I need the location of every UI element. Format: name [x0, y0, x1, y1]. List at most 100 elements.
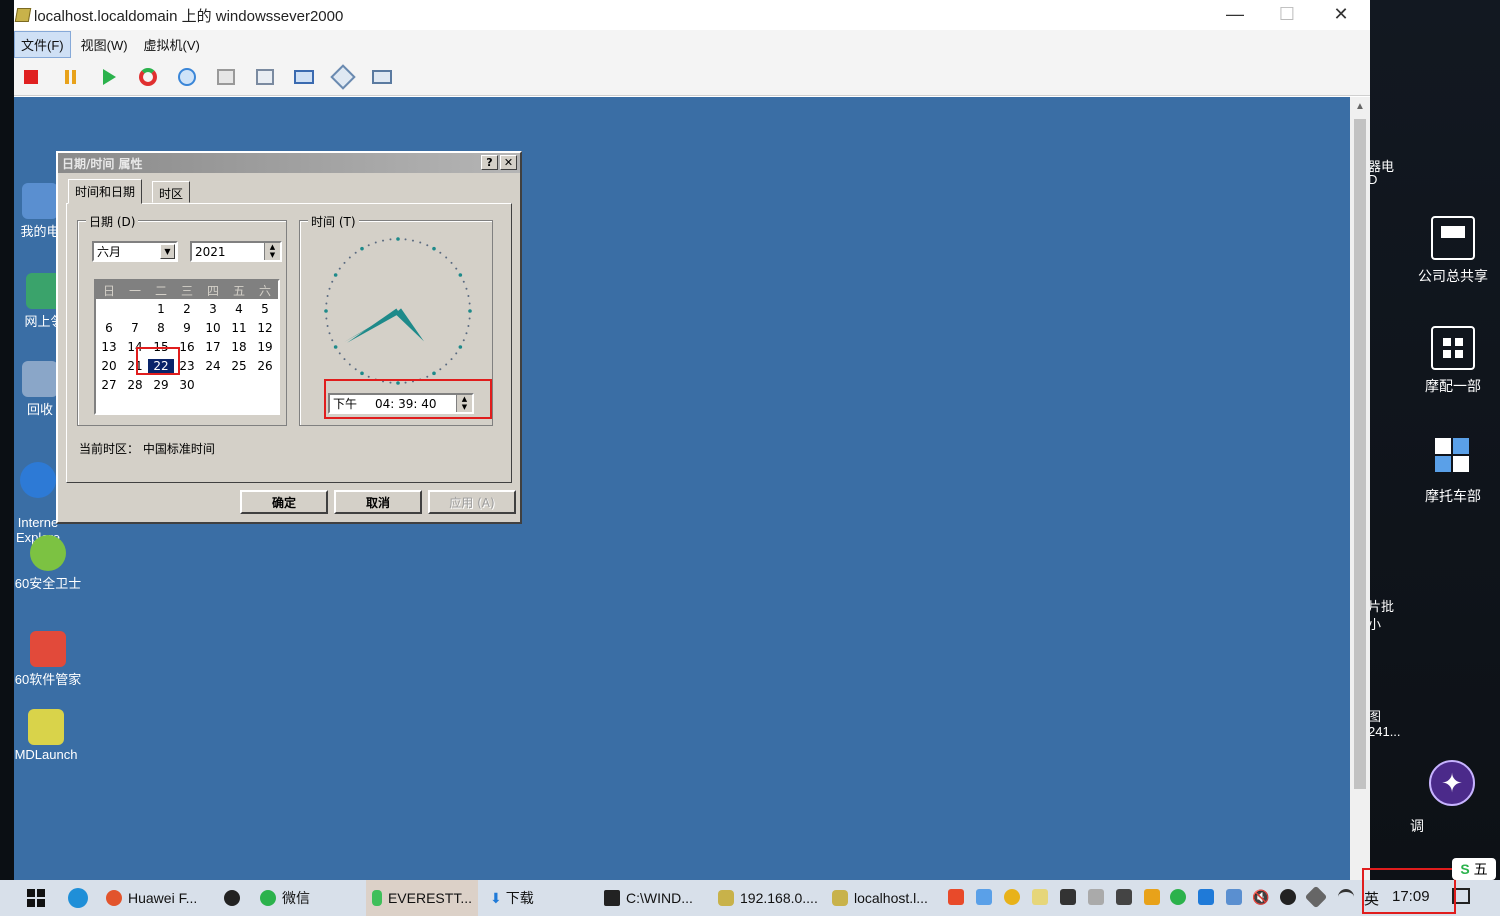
stop-icon[interactable] — [16, 62, 46, 92]
shortcut-label: 摩配一部 — [1425, 378, 1481, 394]
clock-tick — [462, 339, 465, 342]
calendar-day[interactable]: 25 — [226, 359, 252, 373]
console-icon[interactable] — [367, 62, 397, 92]
calendar-day[interactable]: 1 — [148, 302, 174, 316]
calendar-day[interactable]: 26 — [252, 359, 278, 373]
taskbar-item-downloads[interactable]: ⬇ 下载 — [484, 880, 540, 916]
ok-button[interactable]: 确定 — [240, 490, 328, 514]
menu-file[interactable]: 文件(F) — [14, 30, 71, 58]
help-button[interactable]: ? — [481, 155, 498, 170]
clock-tick — [458, 273, 463, 277]
tray-display-icon[interactable] — [1226, 889, 1242, 905]
taskbar-item-remote-ip[interactable]: 192.168.0.... — [712, 880, 824, 916]
wifi-icon[interactable] — [1338, 889, 1354, 905]
calendar-day[interactable]: 9 — [174, 321, 200, 335]
calendar-day[interactable]: 6 — [96, 321, 122, 335]
revert-icon[interactable] — [211, 62, 241, 92]
tab-timezone[interactable]: 时区 — [152, 181, 191, 203]
menu-vm[interactable]: 虚拟机(V) — [138, 32, 206, 57]
calendar-day[interactable]: 11 — [226, 321, 252, 335]
snapshot-icon[interactable] — [172, 62, 202, 92]
calendar-day[interactable]: 18 — [226, 340, 252, 354]
vm-console-icon — [718, 890, 734, 906]
clock-tick — [325, 302, 328, 305]
chevron-down-icon[interactable]: ▼ — [160, 244, 175, 259]
cancel-button[interactable]: 取消 — [334, 490, 422, 514]
calendar-day[interactable]: 5 — [252, 302, 278, 316]
calendar-day[interactable]: 20 — [96, 359, 122, 373]
bluetooth-icon[interactable] — [1198, 889, 1214, 905]
reset-icon[interactable] — [133, 62, 163, 92]
taskbar-label: C:\WIND... — [626, 890, 693, 906]
desktop-icon-mdlaunch[interactable]: MDLaunch — [14, 709, 82, 762]
edge-taskbar-icon[interactable] — [62, 880, 94, 916]
dialog-titlebar[interactable]: 日期/时间 属性 ? ✕ — [58, 153, 520, 173]
calendar-day[interactable]: 29 — [148, 378, 174, 392]
tray-diamond-icon[interactable] — [1304, 885, 1328, 909]
menu-view[interactable]: 视图(W) — [75, 32, 134, 57]
apply-button[interactable]: 应用 (A) — [428, 490, 516, 514]
calendar-day[interactable]: 8 — [148, 321, 174, 335]
taskbar-item-huawei[interactable]: Huawei F... — [100, 880, 203, 916]
clock-tick — [426, 244, 429, 247]
volume-muted-icon[interactable]: 🔇 — [1252, 889, 1269, 905]
tray-battery-icon[interactable] — [1116, 889, 1132, 905]
calendar-day[interactable]: 12 — [252, 321, 278, 335]
taskbar-item-wechat[interactable]: 微信 — [254, 880, 316, 916]
year-spinner[interactable]: 2021 ▲ ▼ — [190, 241, 282, 262]
guest-desktop[interactable]: 我的电 网上邻 回收 Interne Explore 60安全卫士 60软件管家… — [14, 97, 1350, 880]
clock-tick — [467, 324, 470, 327]
calendar-day[interactable]: 19 — [252, 340, 278, 354]
calendar-day[interactable]: 30 — [174, 378, 200, 392]
taskbar-item-everest[interactable]: EVERESTT... — [366, 880, 478, 916]
scroll-up-icon[interactable]: ▲ — [1355, 101, 1365, 112]
calendar-day[interactable]: 3 — [200, 302, 226, 316]
settings-icon[interactable] — [328, 62, 358, 92]
tray-color-icon[interactable] — [1004, 889, 1020, 905]
tray-device-icon[interactable] — [1088, 889, 1104, 905]
close-button[interactable]: ✕ — [1316, 0, 1366, 28]
pause-icon[interactable] — [55, 62, 85, 92]
shortcut-app[interactable]: ✦ — [1422, 760, 1482, 806]
taskbar-item-localhost[interactable]: localhost.l... — [826, 880, 934, 916]
play-icon[interactable] — [94, 62, 124, 92]
taskbar-item-cmd[interactable]: C:\WIND... — [598, 880, 699, 916]
tray-app-icon[interactable] — [948, 889, 964, 905]
tray-usb-icon[interactable] — [1032, 889, 1048, 905]
dialog-close-button[interactable]: ✕ — [500, 155, 517, 170]
shortcut-company-share[interactable]: 公司总共享 — [1410, 216, 1496, 286]
calendar-day[interactable]: 28 — [122, 378, 148, 392]
minimize-button[interactable]: — — [1210, 0, 1260, 28]
tray-app-icon[interactable] — [1144, 889, 1160, 905]
vertical-scrollbar[interactable]: ▲ — [1350, 97, 1370, 880]
calendar-day[interactable]: 24 — [200, 359, 226, 373]
shortcut-parts-dept-1[interactable]: 摩配一部 — [1410, 326, 1496, 396]
tab-date-time[interactable]: 时间和日期 — [68, 179, 143, 204]
desktop-icon-360-software[interactable]: 60软件管家 — [14, 631, 84, 688]
tray-qq-icon[interactable] — [1280, 889, 1296, 905]
qq-taskbar-icon[interactable] — [218, 880, 246, 916]
spin-arrows-icon[interactable]: ▲ ▼ — [264, 243, 280, 260]
calendar[interactable]: 日一二三四五六 1 2 3 4 5 6 7 8 9 10 11 12 13 14 15 16 17 18 19 20 2… — [94, 279, 280, 415]
start-button[interactable] — [20, 880, 52, 916]
calendar-day[interactable]: 17 — [200, 340, 226, 354]
tray-shield-icon[interactable] — [1060, 889, 1076, 905]
month-select[interactable]: 六月 ▼ — [92, 241, 178, 262]
shortcut-motorcycle-dept[interactable]: 摩托车部 — [1410, 436, 1496, 506]
calendar-days[interactable]: 1 2 3 4 5 6 7 8 9 10 11 12 13 14 15 16 17 18 19 20 21 22 23 24 2… — [96, 299, 278, 394]
calendar-day[interactable]: 2 — [174, 302, 200, 316]
ime-sogou-widget[interactable]: S 五 — [1452, 858, 1496, 880]
tray-cloud-icon[interactable] — [976, 889, 992, 905]
calendar-day[interactable]: 27 — [96, 378, 122, 392]
fullscreen-icon[interactable] — [289, 62, 319, 92]
calendar-day[interactable]: 10 — [200, 321, 226, 335]
maximize-button[interactable]: ☐ — [1262, 0, 1312, 28]
calendar-day[interactable]: 4 — [226, 302, 252, 316]
tray-wechat-icon[interactable] — [1170, 889, 1186, 905]
scrollbar-thumb[interactable] — [1354, 119, 1366, 789]
calendar-day[interactable]: 7 — [122, 321, 148, 335]
calendar-day[interactable]: 13 — [96, 340, 122, 354]
window-titlebar[interactable]: localhost.localdomain 上的 windowssever200… — [14, 0, 1370, 30]
desktop-icon-360-safe[interactable]: 60安全卫士 — [14, 535, 84, 592]
manage-snapshots-icon[interactable] — [250, 62, 280, 92]
